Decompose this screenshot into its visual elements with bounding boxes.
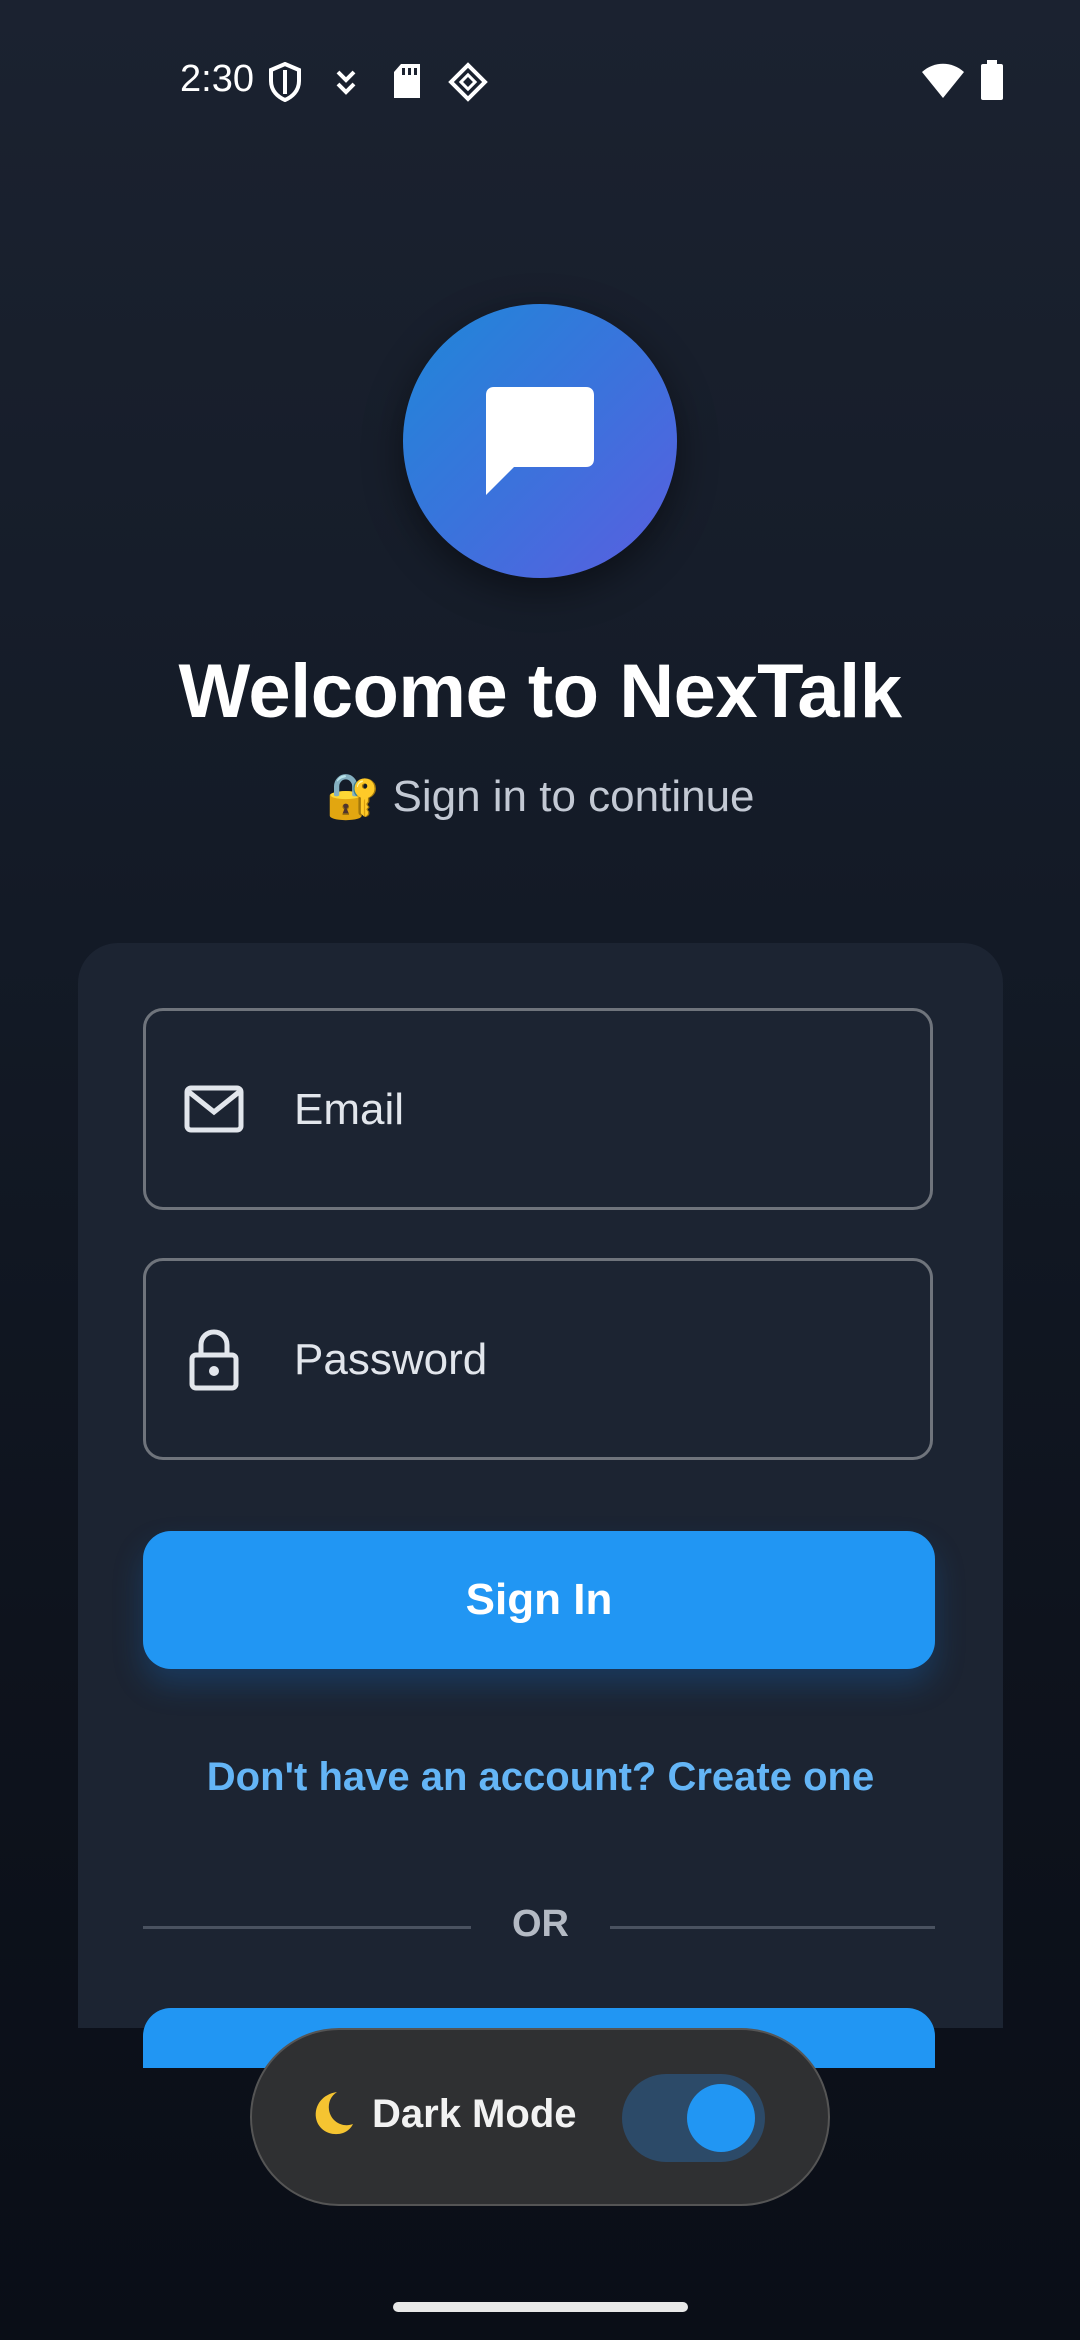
status-bar: 2:30 [0, 0, 1080, 160]
moon-icon [307, 2088, 357, 2138]
lock-icon [184, 1329, 244, 1396]
status-time: 2:30 [180, 58, 254, 100]
login-card: Email Password Sign In Don't have an acc… [78, 943, 1003, 2068]
dark-mode-switch[interactable] [622, 2074, 765, 2162]
download-icon [332, 62, 360, 107]
email-label: Email [294, 1085, 405, 1134]
app-logo [403, 304, 677, 578]
password-field[interactable]: Password [143, 1258, 933, 1460]
shield-icon [268, 61, 302, 107]
dark-mode-toggle-bar: Dark Mode [250, 2028, 830, 2206]
create-account-link[interactable]: Don't have an account? Create one [78, 1755, 1003, 1800]
home-indicator[interactable] [393, 2302, 688, 2312]
switch-knob [687, 2084, 755, 2152]
dark-mode-label: Dark Mode [372, 2092, 577, 2136]
chat-bubble-icon [486, 387, 594, 495]
diamond-app-icon [448, 62, 488, 107]
battery-icon [980, 60, 1004, 105]
divider-or: OR [512, 1903, 569, 1945]
page-title: Welcome to NexTalk [178, 649, 902, 734]
mail-icon [184, 1084, 244, 1139]
wifi-icon [920, 62, 966, 105]
sign-in-button[interactable]: Sign In [143, 1531, 935, 1669]
divider-line-right [610, 1926, 935, 1929]
password-label: Password [294, 1335, 488, 1384]
page-subtitle: 🔐 Sign in to continue [325, 772, 755, 821]
email-field[interactable]: Email [143, 1008, 933, 1210]
sd-card-icon [392, 62, 422, 105]
